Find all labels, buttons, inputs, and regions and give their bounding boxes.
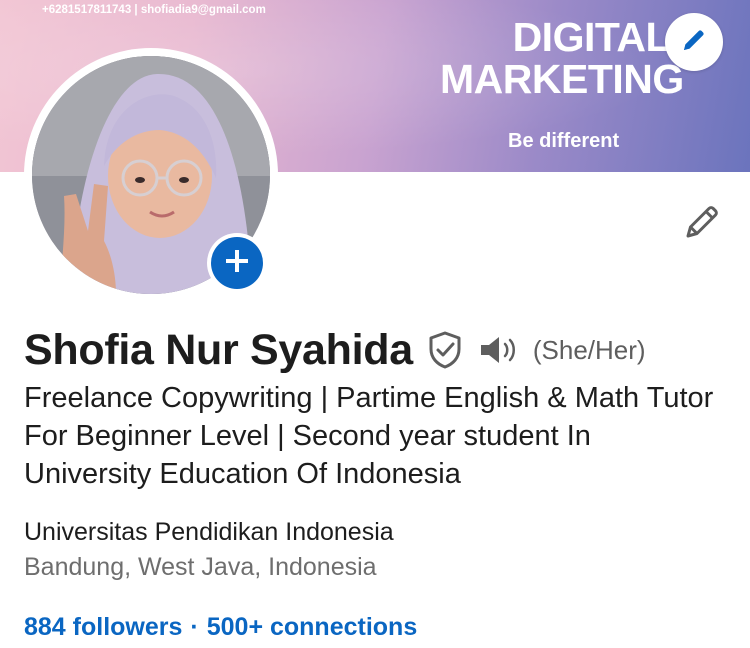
profile-name: Shofia Nur Syahida <box>24 325 413 374</box>
edit-banner-button[interactable] <box>665 13 723 71</box>
followers-link[interactable]: 884 followers <box>24 613 182 641</box>
shield-check-icon[interactable] <box>427 329 465 371</box>
banner-contact-text: +6281517811743 | shofiadia9@gmail.com <box>42 4 266 16</box>
profile-headline: Freelance Copywriting | Partime English … <box>24 382 714 490</box>
profile-education[interactable]: Universitas Pendidikan Indonesia <box>24 518 394 547</box>
connections-link[interactable]: 500+ connections <box>207 613 418 641</box>
pencil-icon <box>679 25 709 60</box>
profile-location: Bandung, West Java, Indonesia <box>24 553 377 581</box>
profile-name-row: Shofia Nur Syahida (She/Her) <box>24 322 646 378</box>
edit-intro-button[interactable] <box>679 201 725 247</box>
banner-tagline: Be different <box>508 130 620 152</box>
add-photo-button[interactable] <box>207 233 267 293</box>
pencil-icon <box>682 202 722 247</box>
profile-pronouns: (She/Her) <box>532 334 646 365</box>
profile-network-stats: 884 followers · 500+ connections <box>24 613 417 642</box>
plus-icon <box>224 248 250 279</box>
speaker-icon[interactable] <box>477 332 523 368</box>
network-separator: · <box>190 613 199 641</box>
